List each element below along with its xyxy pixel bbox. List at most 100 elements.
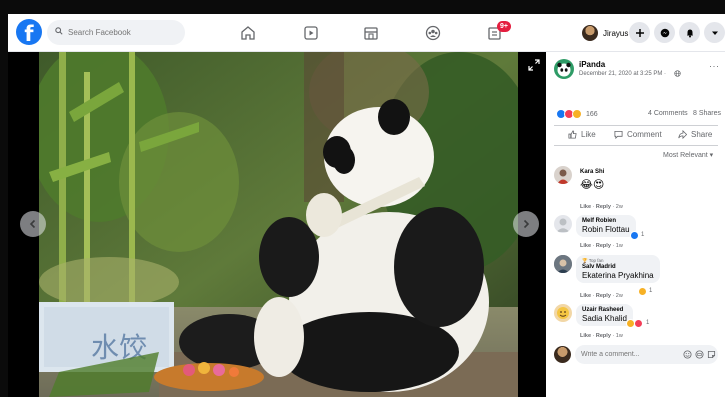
create-button[interactable]: [629, 22, 650, 43]
home-icon[interactable]: [239, 24, 257, 42]
comment-like-link[interactable]: Like: [580, 243, 591, 249]
divider: [554, 145, 718, 146]
messenger-button[interactable]: [654, 22, 675, 43]
post-details-panel: iPanda December 21, 2020 at 3:25 PM · ··…: [546, 52, 725, 397]
avatar[interactable]: [554, 304, 572, 322]
search-input[interactable]: [68, 24, 178, 41]
like-reaction-icon: [630, 231, 639, 240]
comment-time[interactable]: 2w: [616, 204, 623, 210]
avatar[interactable]: [554, 255, 572, 273]
search-icon: [55, 27, 63, 35]
comment-author[interactable]: Kara Shi: [580, 169, 604, 175]
next-photo-button[interactable]: [513, 211, 539, 237]
comment-button[interactable]: Comment: [614, 130, 662, 139]
emoji-icon[interactable]: [683, 350, 692, 359]
divider: [554, 125, 718, 126]
photo-viewer: 水饺: [8, 52, 546, 397]
comment-input[interactable]: [581, 348, 676, 361]
comment-reaction-count[interactable]: 1: [641, 232, 644, 238]
profile-name: Jirayus: [603, 28, 629, 38]
like-label: Like: [581, 130, 596, 139]
comment-label: Comment: [627, 130, 662, 139]
post-author[interactable]: iPanda: [579, 60, 605, 69]
thumbs-up-icon: [568, 130, 577, 139]
comment-text[interactable]: Sadia Khalid: [582, 314, 627, 323]
chevron-left-icon: [29, 219, 36, 229]
comment-author[interactable]: Salv Madrid: [582, 264, 654, 270]
comment-text[interactable]: Robin Flottau: [582, 225, 630, 234]
messenger-icon: [660, 28, 669, 37]
comment-actions: Like · Reply · 1w: [580, 333, 623, 339]
comment-time[interactable]: 1w: [616, 333, 623, 339]
comment-input-box[interactable]: [575, 345, 718, 364]
comment-like-link[interactable]: Like: [580, 293, 591, 299]
like-button[interactable]: Like: [568, 130, 596, 139]
profile-shortcut[interactable]: Jirayus: [580, 22, 634, 44]
comment-actions: Like · Reply · 1w: [580, 243, 623, 249]
comment-time[interactable]: 1w: [616, 243, 623, 249]
share-icon: [678, 130, 687, 139]
comment-time[interactable]: 2w: [616, 293, 623, 299]
avatar: [582, 25, 598, 41]
avatar[interactable]: [554, 166, 572, 184]
comment-bubble: 🏆 Top fan Salv Madrid Ekaterina Pryakhin…: [576, 255, 660, 283]
post-timestamp[interactable]: December 21, 2020 at 3:25 PM ·: [579, 71, 666, 77]
plus-icon: [635, 28, 644, 37]
watch-video-icon[interactable]: [302, 24, 320, 42]
comment-bubble: Uzair Rasheed Sadia Khalid: [576, 304, 633, 326]
share-button[interactable]: Share: [678, 130, 712, 139]
panda-logo-icon: [557, 62, 571, 77]
comment-reaction-count[interactable]: 1: [649, 288, 652, 294]
bell-icon: [686, 29, 693, 37]
user-photo-icon: [554, 255, 572, 273]
comment-reply-link[interactable]: Reply: [596, 333, 611, 339]
comment-composer: [554, 345, 718, 365]
top-navigation-bar: f 9+ Jirayus: [8, 14, 725, 52]
comment-text: 😂😍: [580, 178, 605, 191]
share-label: Share: [691, 130, 713, 139]
comment-like-link[interactable]: Like: [580, 204, 591, 210]
comment-bubble: Melf Robien Robin Flottau: [576, 215, 636, 237]
caret-down-icon: [711, 31, 718, 35]
love-reaction-icon: [634, 319, 643, 328]
avatar[interactable]: [554, 59, 574, 79]
notification-badge: 9+: [497, 21, 511, 32]
user-photo-icon: [557, 307, 569, 319]
marketplace-icon[interactable]: [362, 24, 380, 42]
comment-actions: Like · Reply · 2w: [580, 293, 623, 299]
haha-reaction-icon: [638, 287, 647, 296]
globe-icon: [674, 70, 681, 77]
comment-author[interactable]: Melf Robien: [582, 218, 630, 224]
previous-photo-button[interactable]: [20, 211, 46, 237]
reaction-summary[interactable]: 166: [556, 109, 598, 119]
default-user-icon: [556, 218, 570, 232]
gif-icon[interactable]: [695, 350, 704, 359]
sticker-icon[interactable]: [707, 350, 716, 359]
user-photo-icon: [557, 169, 569, 184]
search-box[interactable]: [47, 20, 185, 45]
chevron-right-icon: [523, 219, 530, 229]
comment-reaction-count[interactable]: 1: [646, 320, 649, 326]
comment-like-link[interactable]: Like: [580, 333, 591, 339]
avatar[interactable]: [554, 215, 572, 233]
comment-text[interactable]: Ekaterina Pryakhina: [582, 271, 654, 280]
comment-reply-link[interactable]: Reply: [596, 293, 611, 299]
account-menu-button[interactable]: [704, 22, 725, 43]
comment-icon: [614, 130, 623, 139]
comments-count[interactable]: 4 Comments: [648, 110, 688, 117]
comment-author[interactable]: Uzair Rasheed: [582, 307, 627, 313]
facebook-logo[interactable]: f: [16, 19, 42, 45]
notifications-button[interactable]: [679, 22, 700, 43]
avatar: [554, 346, 571, 363]
shares-count[interactable]: 8 Shares: [693, 110, 721, 117]
groups-icon[interactable]: [424, 24, 442, 42]
comment-reply-link[interactable]: Reply: [596, 243, 611, 249]
comment-actions: Like · Reply · 2w: [580, 204, 623, 210]
comment-bubble: Kara Shi 😂😍: [576, 166, 608, 194]
post-options-button[interactable]: ···: [709, 61, 720, 71]
comment-sort-dropdown[interactable]: Most Relevant ▾: [663, 151, 713, 159]
fullscreen-icon[interactable]: [527, 58, 541, 72]
haha-reaction-icon: [572, 109, 582, 119]
panda-photo: 水饺: [39, 52, 518, 397]
comment-reply-link[interactable]: Reply: [596, 204, 611, 210]
